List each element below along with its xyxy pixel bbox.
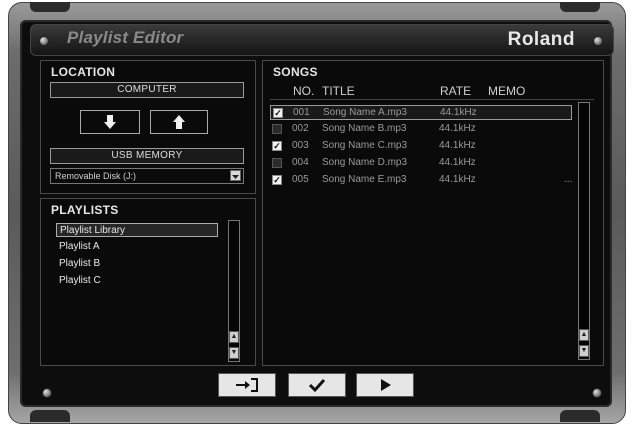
- song-number: 003: [292, 140, 309, 151]
- import-icon: [236, 378, 258, 392]
- song-rate: 44.1kHz: [440, 107, 477, 118]
- app-title: Playlist Editor: [67, 28, 184, 47]
- header-divider: [270, 99, 594, 100]
- scroll-down-icon[interactable]: ▼: [579, 345, 589, 357]
- frame-tab: [560, 2, 600, 12]
- brand-logo: Roland: [507, 29, 575, 50]
- transfer-down-button[interactable]: [80, 110, 140, 134]
- screw-icon: [593, 36, 603, 46]
- disk-select[interactable]: Removable Disk (J:): [50, 168, 244, 184]
- playlist-item[interactable]: Playlist Library: [56, 223, 218, 237]
- song-title: Song Name C.mp3: [322, 140, 408, 151]
- song-title: Song Name E.mp3: [322, 174, 407, 185]
- song-row[interactable]: ✓ 001 Song Name A.mp3 44.1kHz: [270, 105, 572, 120]
- location-title: LOCATION: [51, 65, 116, 79]
- song-rate: 44.1kHz: [439, 123, 476, 134]
- column-header-memo: MEMO: [488, 84, 526, 98]
- frame-tab: [30, 410, 70, 422]
- scroll-up-icon[interactable]: ▲: [579, 329, 589, 341]
- song-rate: 44.1kHz: [439, 174, 476, 185]
- song-rate: 44.1kHz: [439, 157, 476, 168]
- song-checkbox[interactable]: ✓: [272, 141, 282, 151]
- title-bar: Playlist Editor Roland: [30, 24, 614, 56]
- song-number: 002: [292, 123, 309, 134]
- computer-source[interactable]: COMPUTER: [50, 82, 244, 98]
- song-row[interactable]: 002 Song Name B.mp3 44.1kHz: [270, 122, 572, 137]
- arrow-up-icon: [173, 115, 185, 129]
- song-checkbox[interactable]: ✓: [273, 108, 283, 118]
- column-header-no: NO.: [293, 84, 315, 98]
- play-button[interactable]: [356, 373, 414, 397]
- playlists-title: PLAYLISTS: [51, 203, 119, 217]
- playlists-scrollbar[interactable]: ▲ ▼: [228, 220, 240, 362]
- song-row[interactable]: ✓ 003 Song Name C.mp3 44.1kHz: [270, 139, 572, 154]
- song-title: Song Name D.mp3: [322, 157, 408, 168]
- transfer-up-button[interactable]: [150, 110, 208, 134]
- song-number: 005: [292, 174, 309, 185]
- song-number: 001: [293, 107, 310, 118]
- song-title: Song Name B.mp3: [322, 123, 407, 134]
- playlist-item[interactable]: Playlist C: [56, 274, 218, 288]
- song-row[interactable]: 004 Song Name D.mp3 44.1kHz: [270, 156, 572, 171]
- songs-scrollbar[interactable]: ▲ ▼: [578, 102, 590, 360]
- song-row[interactable]: ✓ 005 Song Name E.mp3 44.1kHz...: [270, 173, 572, 188]
- song-title: Song Name A.mp3: [323, 107, 407, 118]
- column-header-title: TITLE: [322, 84, 355, 98]
- song-checkbox[interactable]: ✓: [272, 175, 282, 185]
- screw-icon: [42, 388, 52, 398]
- disk-select-value: Removable Disk (J:): [55, 171, 137, 181]
- scroll-up-icon[interactable]: ▲: [229, 331, 239, 343]
- column-header-rate: RATE: [440, 84, 472, 98]
- play-icon: [381, 379, 391, 391]
- song-memo: ...: [564, 174, 573, 185]
- chevron-down-icon[interactable]: [230, 170, 241, 181]
- screw-icon: [39, 36, 49, 46]
- checkmark-icon: [308, 378, 326, 393]
- song-number: 004: [292, 157, 309, 168]
- import-button[interactable]: [218, 373, 276, 397]
- frame-tab: [560, 410, 600, 422]
- screw-icon: [592, 388, 602, 398]
- songs-title: SONGS: [273, 65, 318, 79]
- usb-memory-target[interactable]: USB MEMORY: [50, 148, 244, 164]
- arrow-down-icon: [104, 115, 116, 129]
- apply-button[interactable]: [288, 373, 346, 397]
- playlist-item[interactable]: Playlist A: [56, 240, 218, 254]
- playlist-item[interactable]: Playlist B: [56, 257, 218, 271]
- song-checkbox[interactable]: [272, 158, 282, 168]
- frame-tab: [30, 2, 70, 12]
- song-checkbox[interactable]: [272, 124, 282, 134]
- scroll-down-icon[interactable]: ▼: [229, 347, 239, 359]
- song-rate: 44.1kHz: [439, 140, 476, 151]
